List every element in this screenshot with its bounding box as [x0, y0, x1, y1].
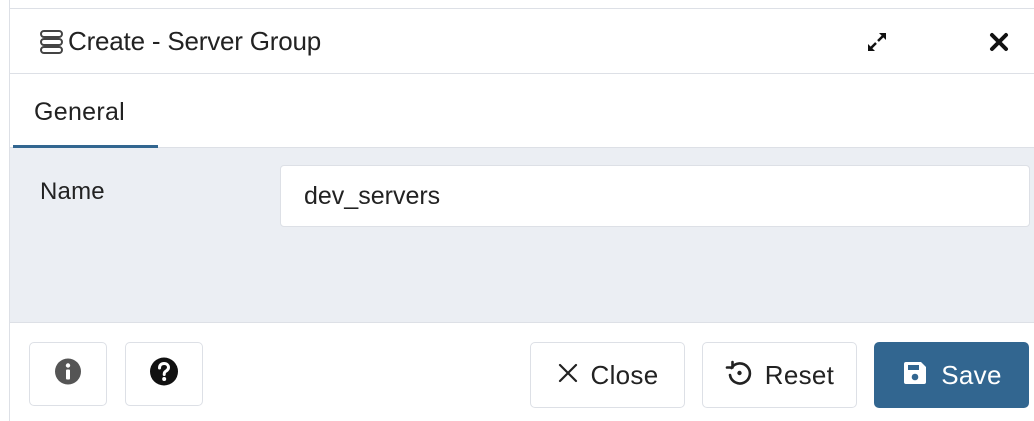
- save-disk-icon: [901, 359, 929, 392]
- name-field[interactable]: [280, 165, 1030, 227]
- info-button[interactable]: [29, 342, 107, 406]
- reset-icon: [725, 359, 753, 392]
- save-button[interactable]: Save: [874, 342, 1029, 408]
- create-server-group-dialog: Create - Server Group General Name dev_s…: [9, 0, 1034, 421]
- dialog-titlebar[interactable]: Create - Server Group: [10, 8, 1034, 74]
- close-button[interactable]: Close: [530, 342, 685, 408]
- form-content: Name: [10, 148, 1034, 323]
- server-group-icon: [39, 29, 65, 55]
- close-x-icon[interactable]: [984, 27, 1014, 57]
- expand-arrows-icon[interactable]: [862, 27, 892, 57]
- tab-general[interactable]: General: [13, 74, 158, 149]
- reset-button-label: Reset: [764, 359, 835, 390]
- info-icon: [54, 358, 82, 391]
- reset-button[interactable]: Reset: [702, 342, 857, 408]
- name-label: Name: [40, 178, 105, 205]
- tab-general-label: General: [34, 98, 126, 126]
- save-button-label: Save: [941, 359, 1002, 390]
- dialog-footer: Close Reset Save: [10, 323, 1034, 421]
- close-button-label: Close: [590, 359, 659, 390]
- help-icon: [149, 357, 179, 392]
- help-button[interactable]: [125, 342, 203, 406]
- tab-bar: General: [10, 74, 1034, 149]
- dialog-title: Create - Server Group: [68, 26, 322, 56]
- close-icon: [557, 362, 579, 389]
